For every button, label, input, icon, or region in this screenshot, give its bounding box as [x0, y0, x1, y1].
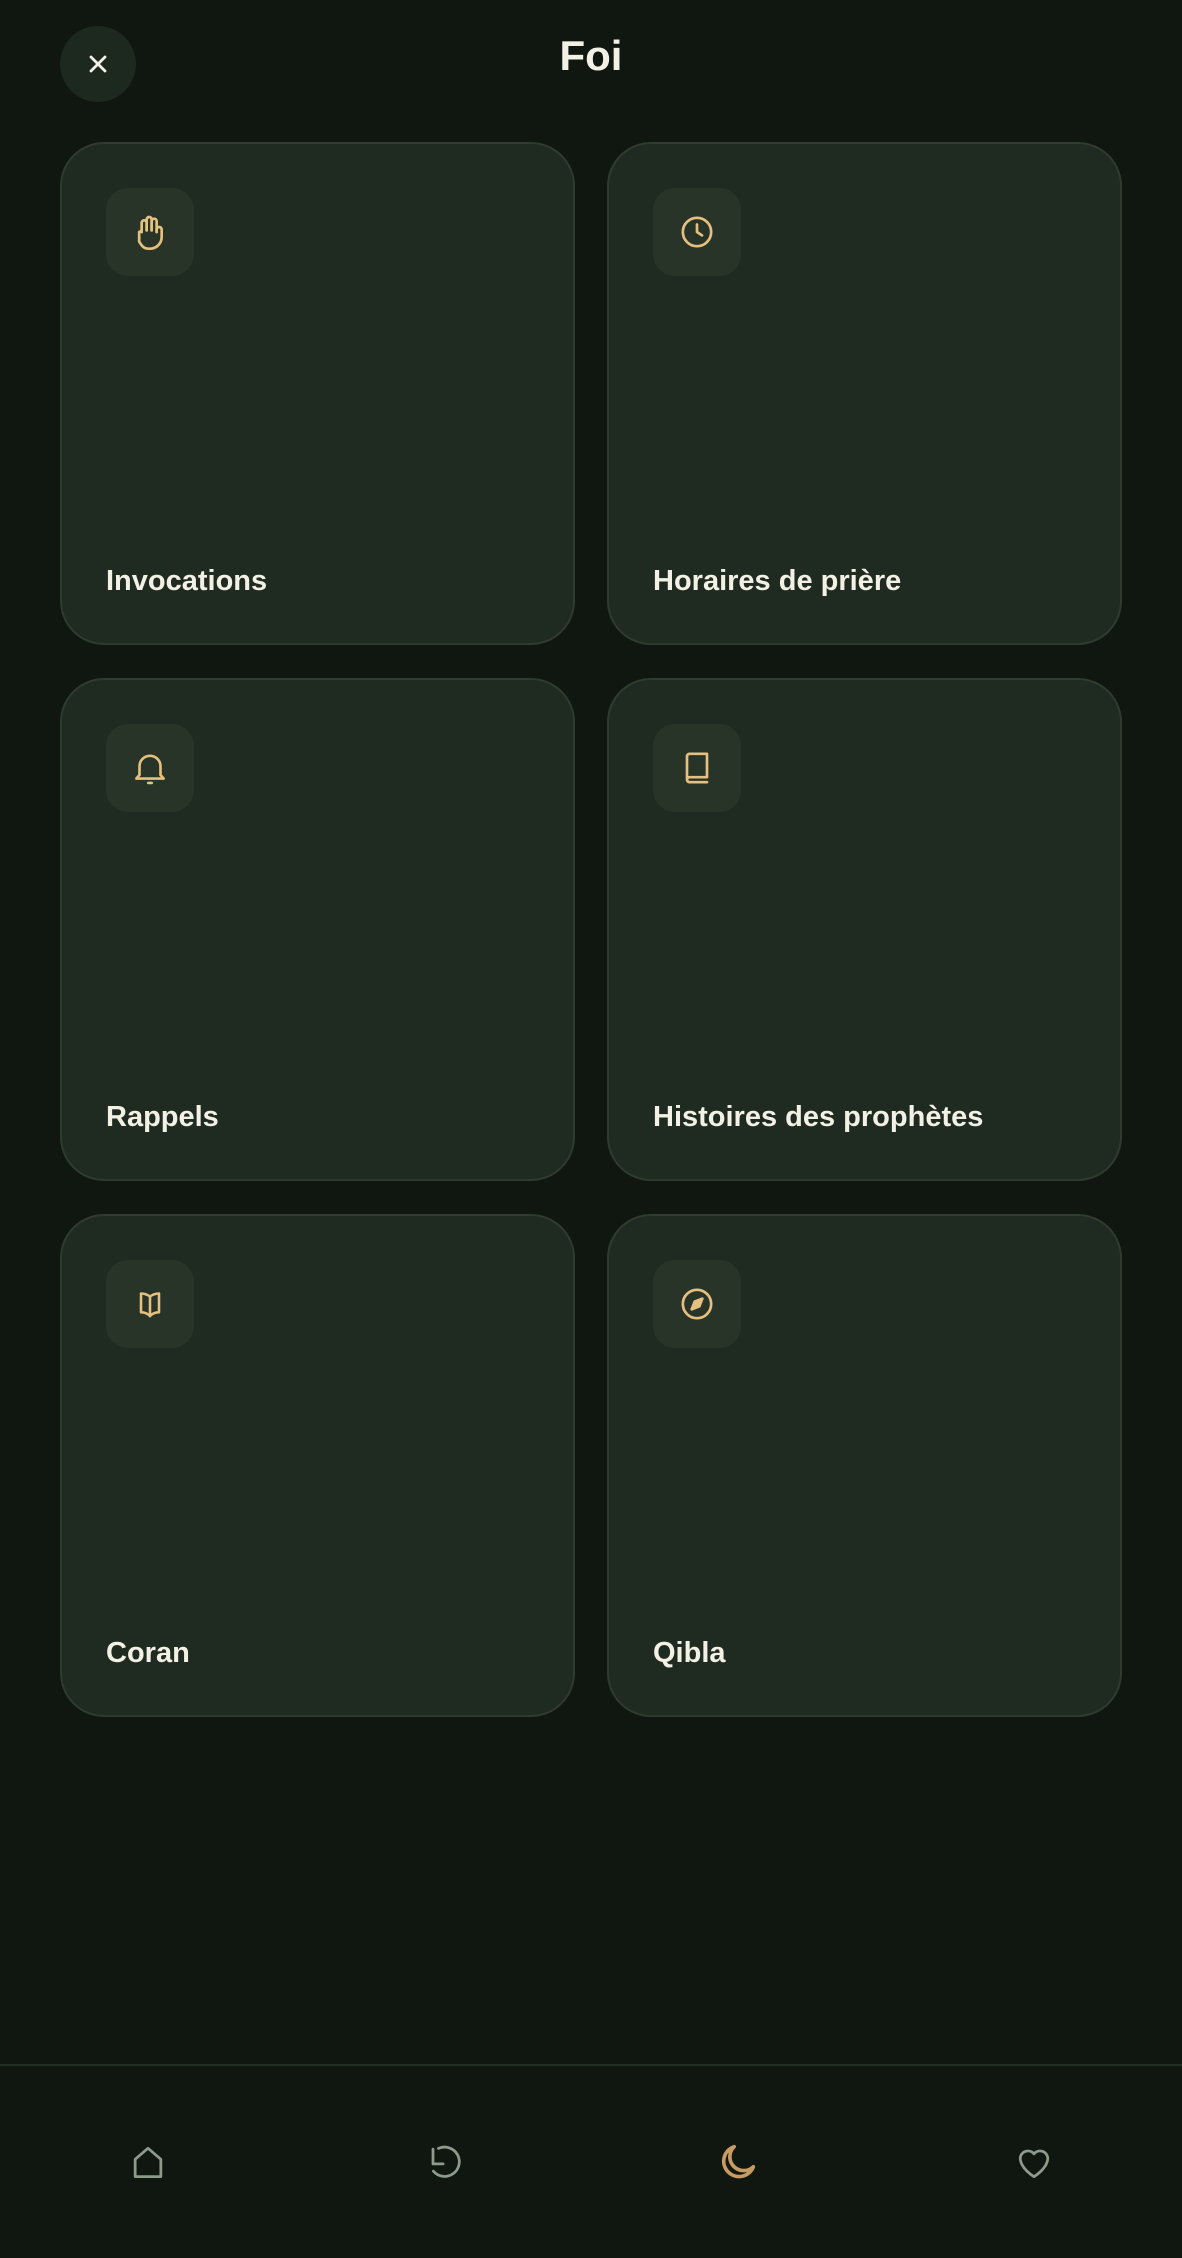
faith-menu-grid: Invocations Horaires de prière Rappels H…	[60, 142, 1122, 1717]
card-reminders[interactable]: Rappels	[60, 678, 575, 1181]
card-icon-container	[106, 1260, 194, 1348]
home-icon	[133, 2146, 163, 2179]
book-icon	[685, 752, 709, 784]
card-prayer-times[interactable]: Horaires de prière	[607, 142, 1122, 645]
page-title: Foi	[559, 32, 623, 79]
heart-icon	[1018, 2149, 1050, 2179]
bell-icon	[135, 754, 165, 785]
card-label: Coran	[106, 1637, 190, 1669]
nav-history[interactable]	[408, 2126, 480, 2198]
history-icon	[431, 2145, 461, 2178]
nav-favorites[interactable]	[998, 2126, 1070, 2198]
card-icon-container	[106, 724, 194, 812]
card-icon-container	[653, 188, 741, 276]
card-quran[interactable]: Coran	[60, 1214, 575, 1717]
card-icon-container	[653, 724, 741, 812]
bottom-nav	[0, 2064, 1182, 2258]
hand-icon	[137, 215, 163, 251]
card-icon-container	[106, 188, 194, 276]
clock-icon	[681, 216, 713, 248]
card-label: Rappels	[106, 1101, 219, 1133]
card-label: Horaires de prière	[653, 565, 902, 597]
card-label: Qibla	[653, 1637, 726, 1669]
open-book-icon	[139, 1292, 161, 1318]
compass-icon	[681, 1288, 713, 1320]
moon-icon	[721, 2144, 756, 2179]
card-invocations[interactable]: Invocations	[60, 142, 575, 645]
nav-faith[interactable]	[702, 2126, 774, 2198]
card-prophet-stories[interactable]: Histoires des prophètes	[607, 678, 1122, 1181]
card-label: Invocations	[106, 565, 268, 597]
nav-home[interactable]	[112, 2126, 184, 2198]
card-qibla[interactable]: Qibla	[607, 1214, 1122, 1717]
card-label: Histoires des prophètes	[653, 1101, 984, 1133]
card-icon-container	[653, 1260, 741, 1348]
